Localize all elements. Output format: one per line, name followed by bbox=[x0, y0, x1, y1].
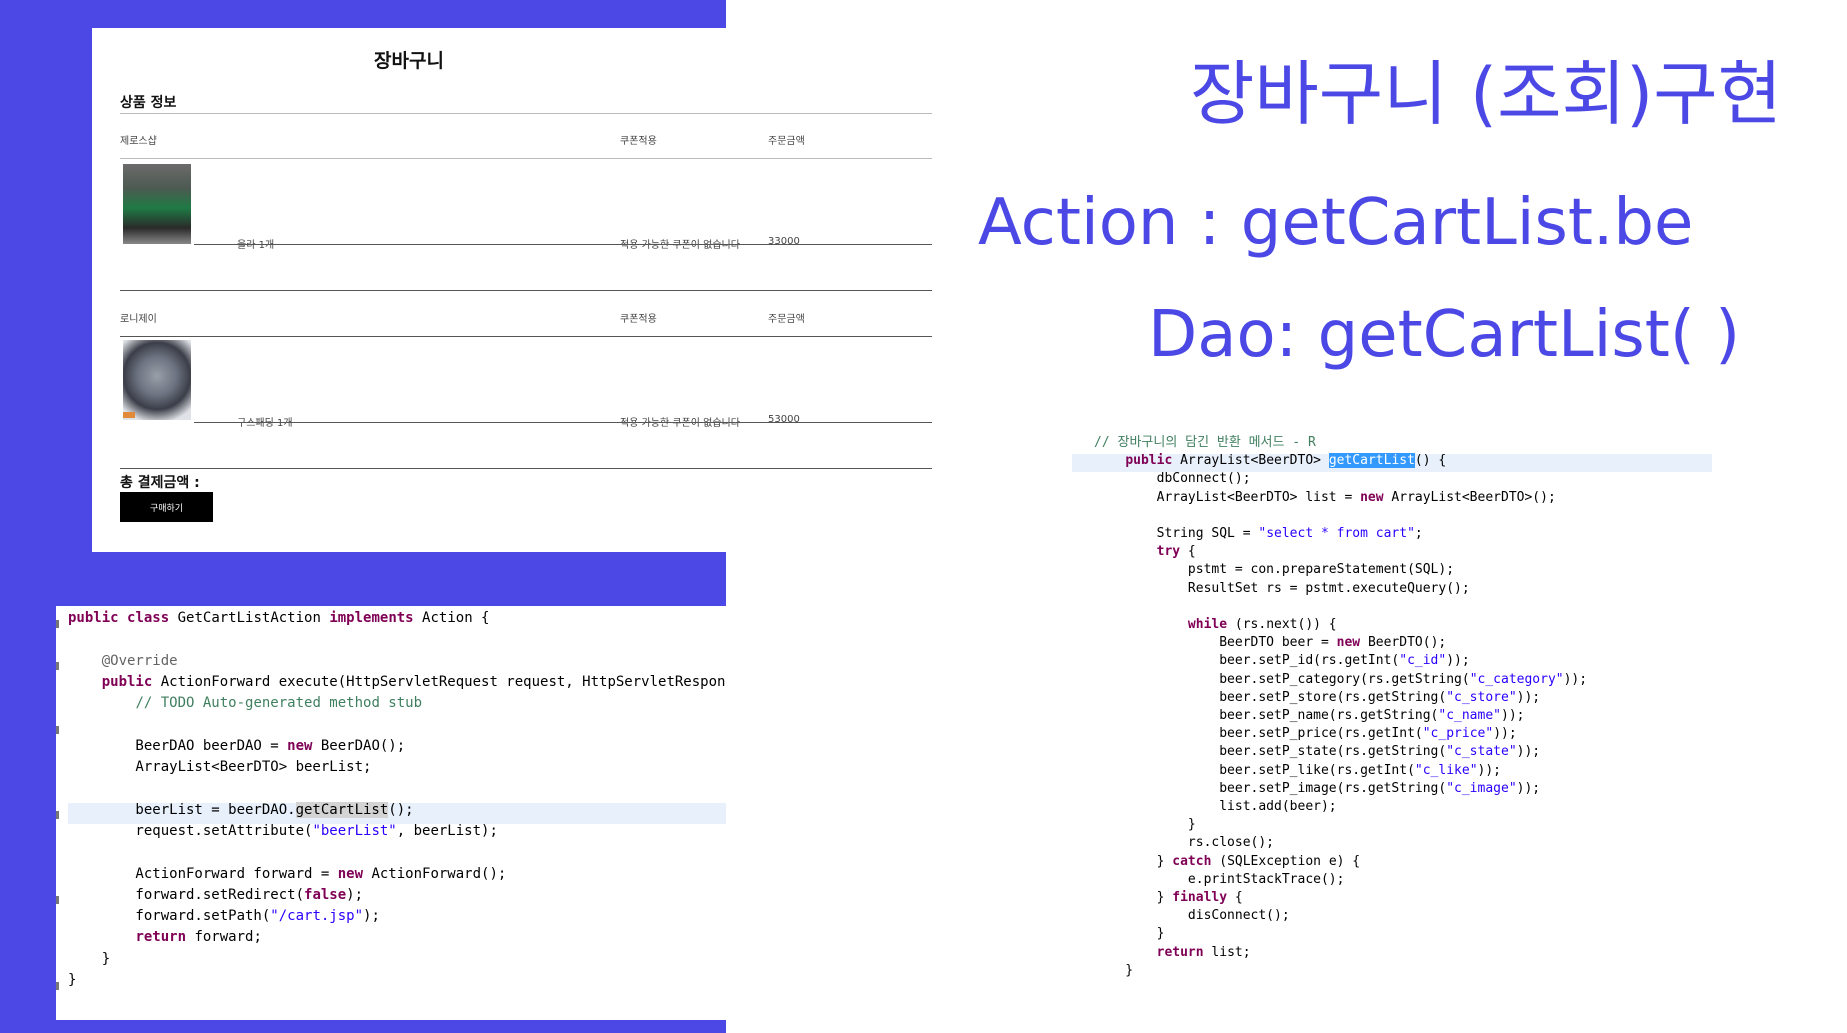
order-amount: 53000 bbox=[768, 414, 800, 425]
coupon-header: 쿠폰적용 bbox=[620, 136, 657, 147]
gutter-marker bbox=[56, 982, 59, 990]
amount-header: 주문금액 bbox=[768, 314, 805, 325]
product-image[interactable] bbox=[123, 340, 191, 420]
divider bbox=[120, 113, 932, 114]
cart-page-screenshot: 장바구니 상품 정보 제로스샵 쿠폰적용 주문금액 울라 1개 적용 가능한 쿠… bbox=[92, 28, 932, 552]
divider bbox=[194, 244, 932, 245]
gutter-marker bbox=[56, 662, 59, 670]
action-code-screenshot: public class GetCartListAction implement… bbox=[56, 606, 726, 1020]
gutter-marker bbox=[56, 811, 59, 819]
product-image[interactable] bbox=[123, 164, 191, 244]
action-label: Action : getCartList.be bbox=[978, 186, 1694, 260]
dao-label: Dao: getCartList( ) bbox=[1148, 298, 1741, 372]
action-code[interactable]: public class GetCartListAction implement… bbox=[68, 608, 726, 991]
store-name: 로니제이 bbox=[120, 314, 157, 325]
divider bbox=[120, 336, 932, 337]
amount-header: 주문금액 bbox=[768, 136, 805, 147]
order-amount: 33000 bbox=[768, 236, 800, 247]
divider bbox=[120, 158, 932, 159]
product-info-heading: 상품 정보 bbox=[120, 95, 177, 111]
divider bbox=[194, 422, 932, 423]
total-payment-label: 총 결제금액 : bbox=[120, 475, 200, 491]
coupon-header: 쿠폰적용 bbox=[620, 314, 657, 325]
divider bbox=[120, 290, 932, 291]
purchase-button[interactable]: 구매하기 bbox=[120, 492, 213, 522]
gutter-marker bbox=[56, 896, 59, 904]
store-name: 제로스샵 bbox=[120, 136, 157, 147]
cart-page-title: 장바구니 bbox=[374, 50, 444, 72]
slide-title: 장바구니 (조회)구현 bbox=[1190, 53, 1783, 135]
gutter-marker bbox=[56, 620, 59, 628]
dao-code-screenshot: // 장바구니의 담긴 반환 메서드 - R public ArrayList<… bbox=[1072, 434, 1732, 994]
sale-tag-icon bbox=[123, 412, 135, 418]
dao-code[interactable]: // 장바구니의 담긴 반환 메서드 - R public ArrayList<… bbox=[1094, 434, 1587, 980]
gutter-marker bbox=[56, 726, 59, 734]
divider bbox=[120, 468, 932, 469]
